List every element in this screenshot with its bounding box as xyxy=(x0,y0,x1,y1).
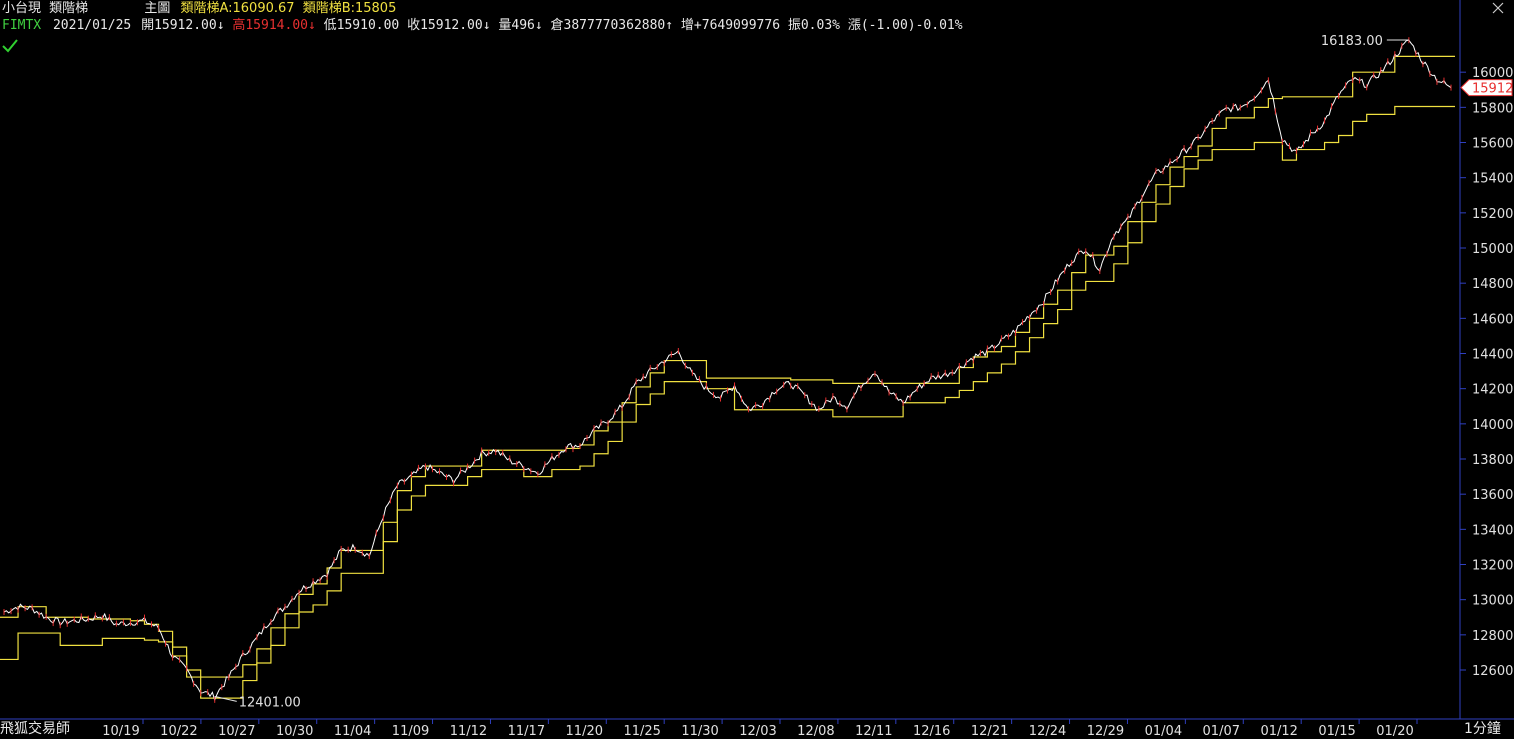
y-tick-label: 15800 xyxy=(1472,101,1513,116)
x-tick-label: 11/04 xyxy=(334,724,371,739)
x-axis: 10/19 10/22 10/27 10/30 11/04 11/09 11/12 11/17… xyxy=(102,719,1418,739)
x-tick-label: 01/04 xyxy=(1145,724,1182,739)
x-tick-label: 10/30 xyxy=(276,724,313,739)
y-tick-label: 14000 xyxy=(1472,418,1513,433)
x-tick-label: 11/17 xyxy=(508,724,545,739)
close-icon[interactable] xyxy=(1492,2,1504,14)
y-tick-label: 15000 xyxy=(1472,242,1513,257)
ladder-lines xyxy=(0,55,1455,699)
x-tick-label: 12/24 xyxy=(1029,724,1066,739)
y-tick-label: 15200 xyxy=(1472,207,1513,222)
x-tick-label: 01/15 xyxy=(1318,724,1355,739)
y-tick-label: 15600 xyxy=(1472,137,1513,152)
y-tick-label: 15400 xyxy=(1472,172,1513,187)
x-tick-label: 11/25 xyxy=(623,724,660,739)
x-tick-label: 10/19 xyxy=(102,724,139,739)
y-tick-label: 12600 xyxy=(1472,664,1513,679)
x-tick-label: 12/29 xyxy=(1087,724,1124,739)
last-price-label: 15912 xyxy=(1472,82,1513,97)
price-line xyxy=(3,39,1452,702)
y-tick-label: 16000 xyxy=(1472,66,1513,81)
x-tick-label: 01/20 xyxy=(1376,724,1413,739)
y-tick-label: 14200 xyxy=(1472,383,1513,398)
y-tick-label: 13400 xyxy=(1472,523,1513,538)
y-tick-label: 14800 xyxy=(1472,277,1513,292)
x-tick-label: 11/30 xyxy=(681,724,718,739)
x-tick-label: 12/21 xyxy=(971,724,1008,739)
min-marker xyxy=(214,695,237,702)
y-tick-label: 14600 xyxy=(1472,312,1513,327)
y-tick-label: 13200 xyxy=(1472,559,1513,574)
ladder-b-line xyxy=(0,105,1455,699)
x-tick-label: 12/08 xyxy=(797,724,834,739)
x-tick-label: 01/07 xyxy=(1203,724,1240,739)
x-tick-label: 12/11 xyxy=(855,724,892,739)
interval-selector[interactable]: 1分鐘 xyxy=(1464,719,1501,739)
x-tick-label: 12/16 xyxy=(913,724,950,739)
y-axis: 12600 12800 13000 13200 13400 13600 13800 14000… xyxy=(1460,66,1513,679)
x-tick-label: 10/27 xyxy=(218,724,255,739)
x-tick-label: 12/03 xyxy=(739,724,776,739)
x-tick-label: 11/12 xyxy=(450,724,487,739)
y-tick-label: 12800 xyxy=(1472,629,1513,644)
x-tick-label: 01/12 xyxy=(1260,724,1297,739)
annotations: 16183.00 12401.00 15912 xyxy=(214,34,1513,710)
price-series xyxy=(3,37,1452,703)
y-tick-label: 13800 xyxy=(1472,453,1513,468)
y-tick-label: 13000 xyxy=(1472,594,1513,609)
y-tick-label: 14400 xyxy=(1472,348,1513,363)
app-name: 飛狐交易師 xyxy=(0,721,70,737)
y-tick-label: 13600 xyxy=(1472,488,1513,503)
max-label: 16183.00 xyxy=(1321,34,1383,49)
x-tick-label: 11/09 xyxy=(392,724,429,739)
x-tick-label: 10/22 xyxy=(160,724,197,739)
min-label: 12401.00 xyxy=(239,695,301,710)
price-chart[interactable]: 12600 12800 13000 13200 13400 13600 13800 14000… xyxy=(0,0,1514,739)
x-tick-label: 11/20 xyxy=(566,724,603,739)
